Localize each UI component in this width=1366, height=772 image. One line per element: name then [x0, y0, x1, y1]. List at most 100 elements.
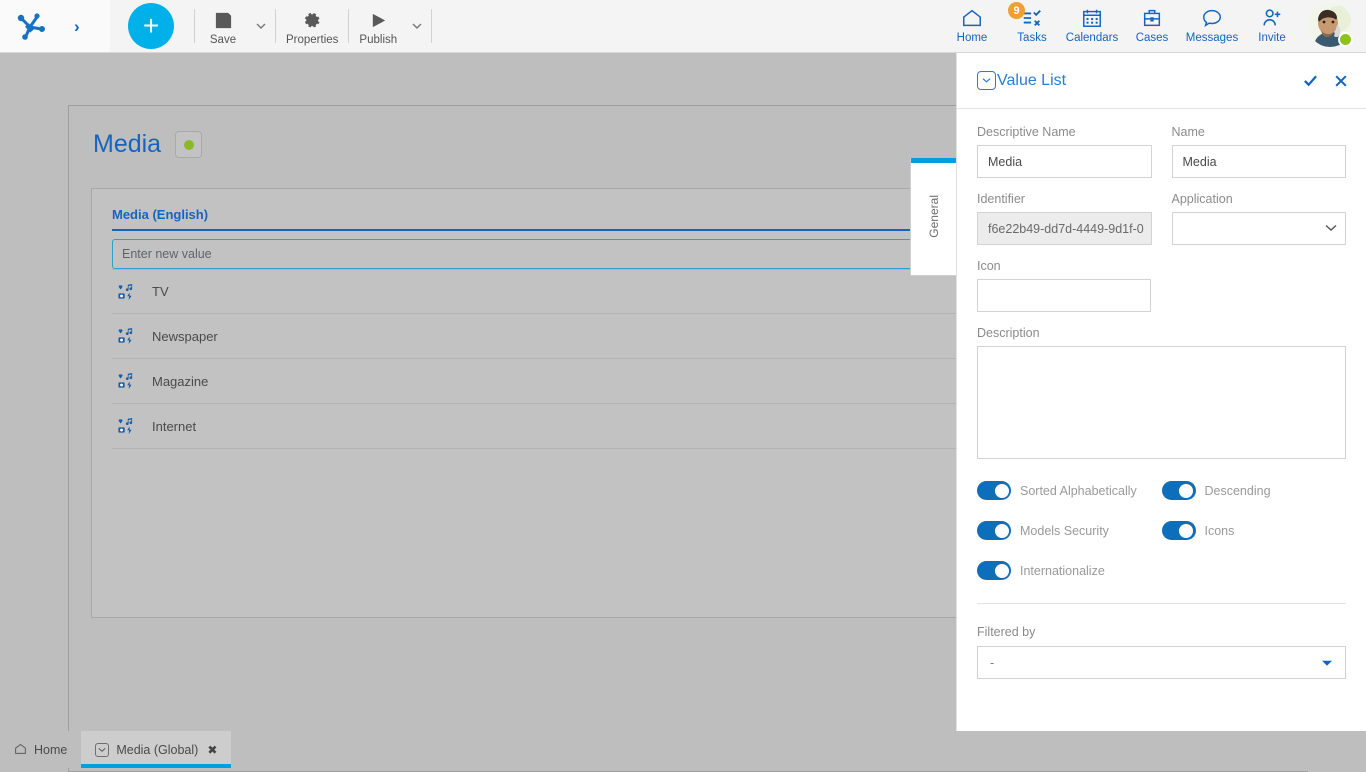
toggle-icons[interactable]: Icons: [1162, 521, 1347, 540]
toggle-switch[interactable]: [1162, 481, 1196, 500]
toggle-models-security[interactable]: Models Security: [977, 521, 1162, 540]
chevron-down-icon[interactable]: [977, 71, 996, 90]
name-input[interactable]: Media: [1172, 145, 1347, 178]
application-select[interactable]: [1172, 212, 1347, 245]
save-caret-icon[interactable]: [249, 3, 273, 49]
toggle-knob: [995, 564, 1009, 578]
save-label: Save: [210, 34, 236, 46]
publish-label: Publish: [359, 34, 397, 46]
calendar-icon: [1081, 6, 1103, 30]
add-button[interactable]: +: [128, 3, 174, 49]
toggle-row: Sorted Alphabetically Descending: [977, 481, 1346, 500]
filtered-by-group: Filtered by -: [957, 604, 1366, 679]
toggle-sorted-alphabetically[interactable]: Sorted Alphabetically: [977, 481, 1162, 500]
toolbar-divider: [431, 9, 432, 43]
panel-header: Value List: [957, 53, 1366, 109]
panel-header-actions: [1303, 73, 1348, 88]
name-field-group: Name Media: [1172, 125, 1347, 178]
toggle-knob: [995, 524, 1009, 538]
toggle-knob: [995, 484, 1009, 498]
list-item-label: TV: [152, 284, 169, 299]
value-list-properties-panel: Value List Descriptive Name Media Name M…: [956, 53, 1366, 768]
filtered-by-value: -: [990, 656, 994, 670]
state-indicator-button[interactable]: [175, 131, 202, 158]
nav-item-calendars[interactable]: Calendars: [1062, 0, 1122, 44]
home-outline-icon: [14, 742, 27, 758]
description-textarea[interactable]: [977, 346, 1346, 459]
toggle-internationalize[interactable]: Internationalize: [977, 561, 1173, 580]
logo-zone: ›: [0, 0, 110, 52]
descriptive-name-label: Descriptive Name: [977, 125, 1152, 139]
person-add-icon: [1261, 6, 1283, 30]
list-item-label: Internet: [152, 419, 196, 434]
list-item-label: Magazine: [152, 374, 208, 389]
panel-title: Value List: [997, 72, 1066, 90]
publish-button[interactable]: Publish: [351, 3, 405, 49]
save-icon: [214, 9, 233, 31]
panel-body: Descriptive Name Media Name Media Identi…: [957, 109, 1366, 459]
bottom-tab-bar: Home Media (Global) ✖: [0, 731, 1366, 768]
nav-item-tasks[interactable]: 9 Tasks: [1002, 0, 1062, 44]
toolbar-divider: [275, 9, 276, 43]
icon-input[interactable]: [977, 279, 1151, 312]
identifier-application-row: Identifier f6e22b49-dd7d-4449-9d1f-0 App…: [977, 192, 1346, 245]
identifier-label: Identifier: [977, 192, 1152, 206]
gear-icon: [303, 9, 322, 31]
home-icon: [961, 6, 983, 30]
nav-label-invite: Invite: [1258, 32, 1286, 44]
nav-label-cases: Cases: [1136, 32, 1169, 44]
spacer: [977, 178, 1346, 192]
avatar[interactable]: [1308, 3, 1354, 49]
icon-field-group: Icon: [977, 259, 1346, 312]
nav-label-calendars: Calendars: [1066, 32, 1118, 44]
nav-label-messages: Messages: [1186, 32, 1238, 44]
media-icon: [112, 373, 146, 389]
descriptive-name-input[interactable]: Media: [977, 145, 1152, 178]
descriptive-name-field-group: Descriptive Name Media: [977, 125, 1152, 178]
sidebar-expand-icon[interactable]: ›: [74, 18, 80, 35]
close-icon[interactable]: [1334, 74, 1348, 88]
tab-general-label: General: [927, 195, 941, 238]
nav-item-invite[interactable]: Invite: [1242, 0, 1302, 44]
toggle-switch[interactable]: [977, 561, 1011, 580]
publish-caret-icon[interactable]: [405, 3, 429, 49]
toggle-label: Internationalize: [1020, 564, 1105, 578]
bottom-tab-label: Media (Global): [116, 743, 198, 757]
toolbar-actions: + Save Properties: [110, 0, 434, 52]
top-navigation: Home 9 Tasks: [942, 0, 1366, 52]
toggle-switch[interactable]: [977, 521, 1011, 540]
name-label: Name: [1172, 125, 1347, 139]
properties-button[interactable]: Properties: [278, 3, 346, 49]
toolbar-divider: [194, 9, 195, 43]
nav-item-cases[interactable]: Cases: [1122, 0, 1182, 44]
toggle-label: Descending: [1205, 484, 1271, 498]
bottom-tab-media-global[interactable]: Media (Global) ✖: [81, 731, 231, 768]
green-dot-icon: [184, 140, 194, 150]
filtered-by-select[interactable]: -: [977, 646, 1346, 679]
check-icon[interactable]: [1303, 73, 1318, 88]
toggle-row: Models Security Icons: [977, 521, 1346, 540]
tasks-badge: 9: [1008, 2, 1025, 19]
chevron-down-icon: [1325, 223, 1337, 235]
tab-general[interactable]: General: [910, 158, 958, 276]
panel-toggles: Sorted Alphabetically Descending Models …: [957, 459, 1366, 580]
close-icon[interactable]: ✖: [207, 743, 217, 757]
dropdown-arrow-icon: [1321, 656, 1333, 670]
identifier-input: f6e22b49-dd7d-4449-9d1f-0: [977, 212, 1152, 245]
toggle-switch[interactable]: [977, 481, 1011, 500]
toolbar-divider: [348, 9, 349, 43]
application-field-group: Application: [1172, 192, 1347, 245]
new-value-placeholder: Enter new value: [122, 247, 212, 261]
nav-item-home[interactable]: Home: [942, 0, 1002, 44]
toggle-switch[interactable]: [1162, 521, 1196, 540]
media-icon: [112, 284, 146, 300]
save-button[interactable]: Save: [197, 3, 249, 49]
toggle-knob: [1179, 484, 1193, 498]
chat-bubble-icon: [1201, 6, 1223, 30]
media-icon: [112, 328, 146, 344]
app-logo: [14, 9, 48, 43]
page-title: Media: [93, 130, 161, 159]
nav-item-messages[interactable]: Messages: [1182, 0, 1242, 44]
toggle-descending[interactable]: Descending: [1162, 481, 1347, 500]
bottom-tab-home[interactable]: Home: [0, 731, 81, 768]
